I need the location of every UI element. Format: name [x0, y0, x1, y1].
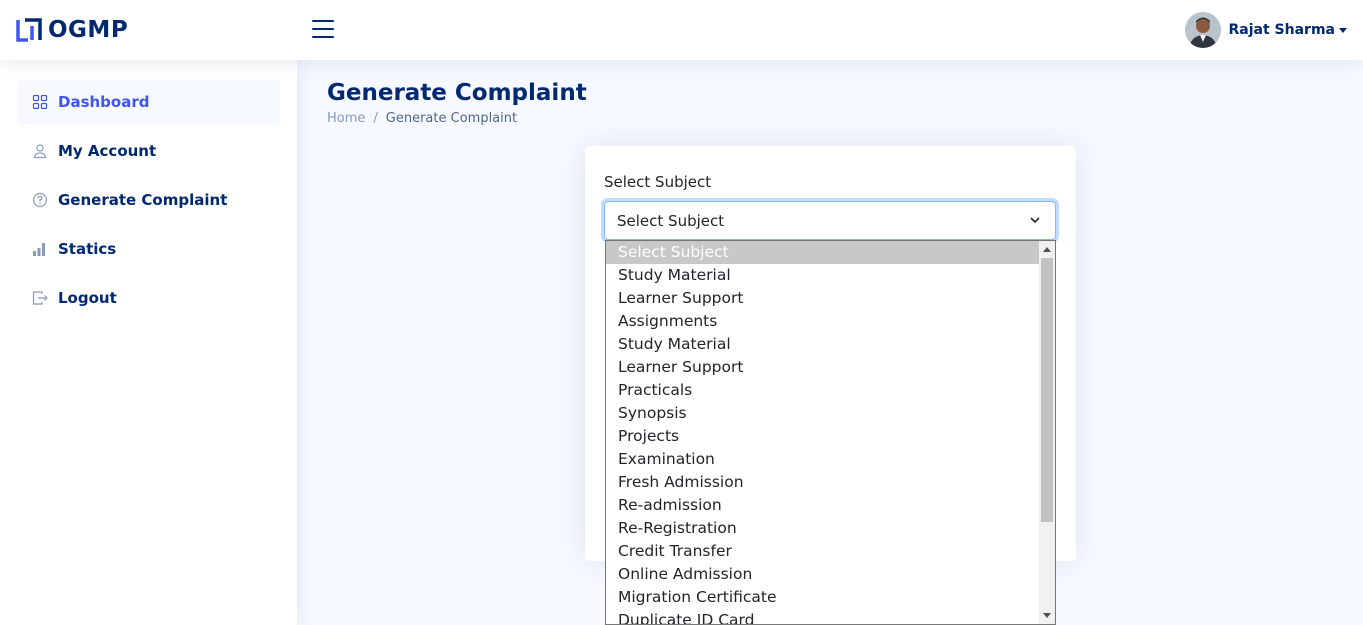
subject-select-value: Select Subject — [617, 212, 725, 230]
dropdown-option[interactable]: Assignments — [606, 310, 1039, 333]
logo[interactable]: OGMP — [16, 16, 128, 44]
dropdown-option[interactable]: Re-Registration — [606, 517, 1039, 540]
question-circle-icon — [32, 192, 48, 208]
sidebar-item-label: Logout — [58, 289, 117, 307]
dropdown-option[interactable]: Duplicate ID Card — [606, 609, 1039, 624]
sidebar-item-my-account[interactable]: My Account — [17, 129, 280, 173]
breadcrumb-separator: / — [373, 111, 378, 126]
bar-chart-icon — [32, 241, 48, 257]
dropdown-option[interactable]: Synopsis — [606, 402, 1039, 425]
subject-select[interactable]: Select Subject — [604, 201, 1056, 240]
scrollbar-thumb[interactable] — [1041, 258, 1053, 522]
dropdown-option[interactable]: Projects — [606, 425, 1039, 448]
dropdown-option[interactable]: Migration Certificate — [606, 586, 1039, 609]
subject-dropdown-list[interactable]: Select Subject Study Material Learner Su… — [605, 240, 1056, 625]
hamburger-icon — [312, 20, 334, 22]
dropdown-option[interactable]: Select Subject — [606, 241, 1039, 264]
logo-text: OGMP — [48, 17, 129, 43]
breadcrumb: Home / Generate Complaint — [327, 111, 517, 126]
scroll-down-arrow-icon[interactable] — [1043, 613, 1051, 618]
dropdown-option[interactable]: Examination — [606, 448, 1039, 471]
breadcrumb-current: Generate Complaint — [385, 111, 518, 126]
dropdown-option[interactable]: Study Material — [606, 333, 1039, 356]
sidebar-item-label: Generate Complaint — [58, 191, 228, 209]
sidebar-toggle-button[interactable] — [312, 20, 334, 40]
caret-down-icon — [1339, 27, 1347, 33]
dropdown-option[interactable]: Study Material — [606, 264, 1039, 287]
sidebar-item-logout[interactable]: Logout — [17, 276, 280, 320]
dropdown-option[interactable]: Practicals — [606, 379, 1039, 402]
user-menu[interactable]: Rajat Sharma — [1184, 12, 1347, 48]
dropdown-option[interactable]: Credit Transfer — [606, 540, 1039, 563]
chevron-down-icon — [1030, 217, 1040, 224]
dropdown-scrollbar[interactable] — [1039, 241, 1055, 624]
breadcrumb-home-link[interactable]: Home — [327, 111, 365, 126]
sidebar-item-label: Statics — [58, 240, 117, 258]
dropdown-option[interactable]: Re-admission — [606, 494, 1039, 517]
sidebar: Dashboard My Account Generate Complaint … — [0, 60, 297, 625]
person-icon — [32, 143, 48, 159]
box-arrow-right-icon — [32, 290, 48, 306]
sidebar-item-statics[interactable]: Statics — [17, 227, 280, 271]
sidebar-item-label: Dashboard — [58, 93, 150, 111]
logo-icon — [16, 18, 42, 42]
avatar — [1184, 12, 1221, 48]
dropdown-option[interactable]: Learner Support — [606, 287, 1039, 310]
dropdown-option[interactable]: Online Admission — [606, 563, 1039, 586]
subject-label: Select Subject — [604, 173, 712, 191]
scroll-up-arrow-icon[interactable] — [1043, 247, 1051, 252]
dropdown-option[interactable]: Fresh Admission — [606, 471, 1039, 494]
top-header: OGMP Rajat Sharma — [0, 0, 1363, 60]
page-title: Generate Complaint — [327, 80, 587, 106]
sidebar-item-dashboard[interactable]: Dashboard — [17, 80, 280, 124]
user-name: Rajat Sharma — [1228, 22, 1335, 38]
sidebar-item-generate-complaint[interactable]: Generate Complaint — [17, 178, 280, 222]
sidebar-item-label: My Account — [58, 142, 157, 160]
dropdown-option[interactable]: Learner Support — [606, 356, 1039, 379]
grid-icon — [32, 94, 48, 110]
